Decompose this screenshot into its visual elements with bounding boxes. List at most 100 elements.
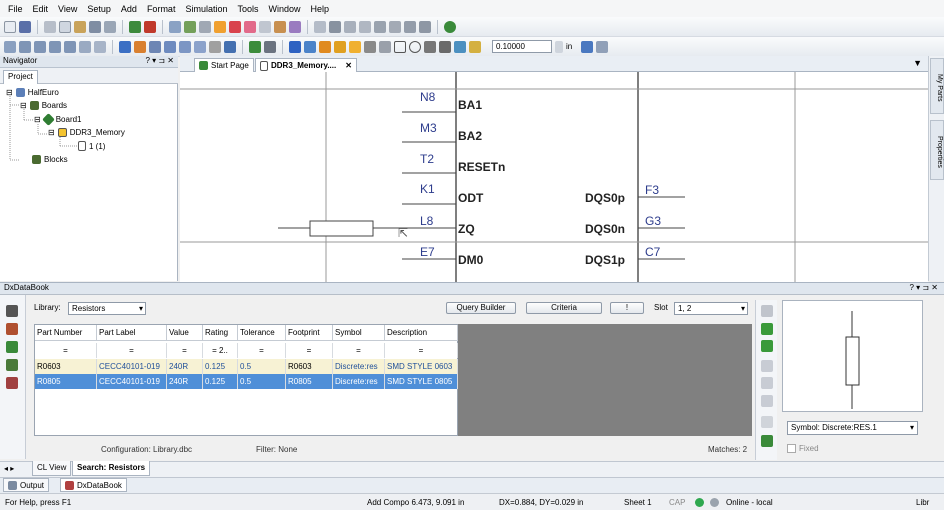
swap-icon[interactable] [761, 340, 773, 352]
export-icon[interactable] [259, 20, 271, 33]
settings-icon[interactable] [289, 20, 301, 33]
zoom-previous-icon[interactable] [64, 40, 76, 53]
tree-view-icon[interactable] [6, 359, 18, 371]
filter-cell[interactable]: = [167, 343, 203, 358]
hierarchy-icon[interactable] [209, 40, 221, 53]
filter-cell[interactable]: = [97, 343, 167, 358]
refresh-icon[interactable] [761, 360, 773, 372]
pin-icon[interactable] [761, 305, 773, 317]
tab-list-chevron-icon[interactable]: ▼ [913, 58, 922, 68]
filter-cell[interactable]: = [286, 343, 333, 358]
menu-view[interactable]: View [58, 4, 77, 14]
place-part-icon[interactable] [6, 341, 18, 353]
tab-output[interactable]: Output [3, 478, 50, 492]
rectangle-icon[interactable] [394, 40, 406, 53]
schematic-canvas[interactable]: N8 BA1 M3 BA2 T2 RESETn K1 ODT L8 ZQ E7 … [180, 72, 928, 282]
cascade-icon[interactable] [194, 40, 206, 53]
arc-icon[interactable] [379, 40, 391, 53]
zoom-fit-icon[interactable] [4, 40, 16, 53]
select-mode-icon[interactable] [119, 40, 131, 53]
new-icon[interactable] [4, 20, 16, 33]
sync-icon[interactable] [761, 395, 773, 407]
databook-controls[interactable]: ? ▾ ⊐ ✕ [909, 283, 938, 294]
menu-tools[interactable]: Tools [237, 4, 258, 14]
property-icon[interactable] [149, 40, 161, 53]
column-header[interactable]: Value [167, 325, 203, 341]
help-icon[interactable] [444, 20, 456, 33]
add-block-icon[interactable] [364, 40, 376, 53]
probe-icon[interactable] [224, 40, 236, 53]
window-icon[interactable] [164, 40, 176, 53]
query-builder-button[interactable]: Query Builder [446, 302, 516, 314]
fixed-checkbox[interactable]: Fixed [787, 444, 819, 453]
wire-tool-icon[interactable] [184, 20, 196, 33]
grid-value-input[interactable]: 0.10000 [492, 40, 552, 53]
column-header[interactable]: Footprint [286, 325, 333, 341]
column-header[interactable]: Part Number [35, 325, 97, 341]
add-net-icon[interactable] [319, 40, 331, 53]
place-mode-icon[interactable] [134, 40, 146, 53]
group-icon[interactable] [374, 20, 386, 33]
book-icon[interactable] [6, 323, 18, 335]
navigator-controls[interactable]: ? ▾ ⊐ ✕ [145, 56, 174, 67]
checkbox-box[interactable] [787, 444, 796, 453]
close-icon[interactable]: ✕ [345, 61, 352, 70]
add-part-icon[interactable] [304, 40, 316, 53]
databook-icon[interactable] [229, 20, 241, 33]
align-icon[interactable] [359, 20, 371, 33]
criteria-button[interactable]: Criteria [526, 302, 602, 314]
filter-cell[interactable]: = [385, 343, 458, 358]
tab-my-parts[interactable]: My Parts [930, 58, 944, 114]
ungroup-icon[interactable] [389, 20, 401, 33]
redo-icon[interactable] [144, 20, 156, 33]
arrow-right-icon[interactable] [761, 323, 773, 335]
column-header[interactable]: Part Label [97, 325, 167, 341]
menu-help[interactable]: Help [311, 4, 330, 14]
search-button[interactable]: ! [610, 302, 644, 314]
chevron-down-icon[interactable] [555, 40, 563, 53]
tab-project[interactable]: Project [3, 70, 38, 84]
menu-edit[interactable]: Edit [33, 4, 49, 14]
component-icon[interactable] [169, 20, 181, 33]
save-icon[interactable] [19, 20, 31, 33]
column-header[interactable]: Symbol [333, 325, 385, 341]
mirror-icon[interactable] [344, 20, 356, 33]
filter-cell[interactable]: = [238, 343, 286, 358]
image-icon[interactable] [454, 40, 466, 53]
menu-file[interactable]: File [8, 4, 23, 14]
zoom-out-icon[interactable] [34, 40, 46, 53]
filter-cell[interactable]: = [35, 343, 97, 358]
zoom-in-icon[interactable] [19, 40, 31, 53]
menu-format[interactable]: Format [147, 4, 176, 14]
add-port-icon[interactable] [349, 40, 361, 53]
net-highlight-icon[interactable] [249, 40, 261, 53]
find-icon[interactable] [89, 20, 101, 33]
filter-cell[interactable]: = [333, 343, 385, 358]
slot-select[interactable]: 1, 2 ▾ [674, 302, 748, 315]
filter-icon[interactable] [264, 40, 276, 53]
cut-icon[interactable] [44, 20, 56, 33]
undo-icon[interactable] [129, 20, 141, 33]
pan-icon[interactable] [79, 40, 91, 53]
line-icon[interactable] [424, 40, 436, 53]
verify-icon[interactable] [274, 20, 286, 33]
copy-icon[interactable] [59, 20, 71, 33]
bus-icon[interactable] [419, 20, 431, 33]
zoom-area-icon[interactable] [49, 40, 61, 53]
symbol-select[interactable]: Symbol: Discrete:RES.1 ▾ [787, 421, 918, 435]
tab-cl-view[interactable]: CL View [32, 461, 72, 476]
report-icon[interactable] [244, 20, 256, 33]
menu-simulation[interactable]: Simulation [185, 4, 227, 14]
redraw-icon[interactable] [94, 40, 106, 53]
tab-scroll-left-icon[interactable]: ◂ ▸ [4, 464, 14, 473]
binoculars-icon[interactable] [6, 305, 18, 317]
rotate-icon[interactable] [329, 20, 341, 33]
filter-cell[interactable]: = 2.. [203, 343, 238, 358]
add-bus-icon[interactable] [334, 40, 346, 53]
snap-icon[interactable] [596, 40, 609, 53]
column-header[interactable]: Description [385, 325, 458, 341]
delete-icon[interactable] [314, 20, 326, 33]
tab-search-resistors[interactable]: Search: Resistors [72, 461, 151, 476]
column-header[interactable]: Tolerance [238, 325, 286, 341]
print-icon[interactable] [104, 20, 116, 33]
